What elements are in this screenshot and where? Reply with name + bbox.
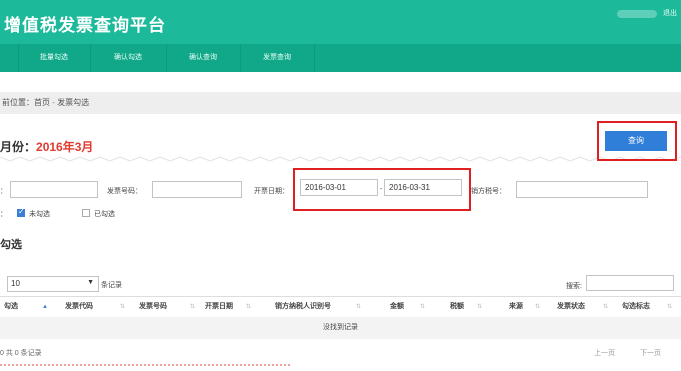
logout-link[interactable]: 退出: [663, 8, 677, 18]
col-source[interactable]: 来源: [509, 297, 523, 317]
search-label: 搜索:: [566, 283, 582, 290]
sort-icon[interactable]: ⇅: [477, 297, 482, 317]
nav-item-batch-select[interactable]: 批量勾选: [18, 44, 91, 72]
page-size-select[interactable]: 10 ▼: [7, 276, 99, 292]
section-divider: [0, 156, 681, 162]
nav-item-invoice-query[interactable]: 发票查询: [240, 44, 315, 72]
seller-tax-label: 销方税号：: [471, 188, 506, 195]
footnote-text: [0, 364, 290, 371]
period-label: 月份：: [0, 140, 37, 154]
breadcrumb-current: 发票勾选: [57, 98, 90, 107]
next-page-button[interactable]: 下一页: [640, 348, 661, 358]
section-title: 勾选: [0, 239, 22, 251]
page-size-value: 10: [11, 279, 20, 288]
query-button[interactable]: 查询: [605, 131, 667, 151]
col-status[interactable]: 发票状态: [557, 297, 585, 317]
period-heading: 月份：2016年3月: [0, 138, 93, 155]
col-seller-taxid[interactable]: 销方纳税人识别号: [275, 297, 331, 317]
empty-row: 没找到记录: [0, 317, 681, 339]
col-select[interactable]: 勾选: [4, 297, 18, 317]
sort-icon[interactable]: ⇅: [120, 297, 125, 317]
table-header: 勾选 ▲ 发票代码 ⇅ 发票号码 ⇅ 开票日期 ⇅ 销方纳税人识别号 ⇅ 金额 …: [0, 296, 681, 318]
unchecked-filter-checkbox[interactable]: [17, 207, 25, 217]
prev-page-button[interactable]: 上一页: [594, 348, 615, 358]
search-input[interactable]: [586, 275, 674, 291]
col-invoice-no[interactable]: 发票号码: [139, 297, 167, 317]
sort-icon[interactable]: ⇅: [667, 297, 672, 317]
breadcrumb-home[interactable]: 首页: [34, 98, 50, 107]
status-label-cut: ：: [0, 211, 7, 218]
sort-icon[interactable]: ⇅: [603, 297, 608, 317]
app-header: 增值税发票查询平台 退出: [0, 0, 681, 44]
invoice-no-input[interactable]: [152, 181, 242, 198]
sort-icon[interactable]: ⇅: [535, 297, 540, 317]
seller-tax-input[interactable]: [516, 181, 648, 198]
user-name-blurred: [617, 10, 657, 18]
main-nav: 批量勾选 确认勾选 确认查询 发票查询: [0, 44, 681, 72]
dropdown-arrow-icon: ▼: [87, 279, 94, 286]
checked-filter-checkbox[interactable]: [82, 209, 90, 217]
nav-item-home[interactable]: [0, 44, 19, 72]
col-tax[interactable]: 税额: [450, 297, 464, 317]
app-title: 增值税发票查询平台: [4, 16, 166, 35]
nav-item-confirm-select[interactable]: 确认勾选: [90, 44, 167, 72]
date-from-input[interactable]: [300, 179, 378, 196]
invoice-no-label: 发票号码：: [107, 188, 142, 195]
sort-icon[interactable]: ⇅: [246, 297, 251, 317]
col-issue-date[interactable]: 开票日期: [205, 297, 233, 317]
col-amount[interactable]: 金额: [390, 297, 404, 317]
checked-filter-label: 已勾选: [94, 211, 115, 218]
query-button-highlight: 查询: [597, 121, 677, 161]
unchecked-filter-label: 未勾选: [29, 211, 50, 218]
nav-item-confirm-query[interactable]: 确认查询: [166, 44, 241, 72]
sort-asc-icon[interactable]: ▲: [42, 297, 48, 317]
breadcrumb-prefix: 前位置：: [2, 98, 34, 107]
period-value: 2016年3月: [36, 140, 94, 154]
filter-label-cut: ：: [0, 188, 7, 195]
page-size-suffix: 条记录: [101, 282, 122, 289]
sort-icon[interactable]: ⇅: [356, 297, 361, 317]
date-separator: -: [380, 186, 383, 193]
sort-icon[interactable]: ⇅: [190, 297, 195, 317]
col-flag[interactable]: 勾选标志: [622, 297, 650, 317]
sort-icon[interactable]: ⇅: [420, 297, 425, 317]
date-to-input[interactable]: [384, 179, 462, 196]
date-label: 开票日期：: [254, 188, 289, 195]
record-count: 0 共 0 条记录: [0, 350, 42, 357]
breadcrumb: 前位置：首页 - 发票勾选: [0, 92, 681, 114]
invoice-code-input[interactable]: [10, 181, 98, 198]
col-invoice-code[interactable]: 发票代码: [65, 297, 93, 317]
